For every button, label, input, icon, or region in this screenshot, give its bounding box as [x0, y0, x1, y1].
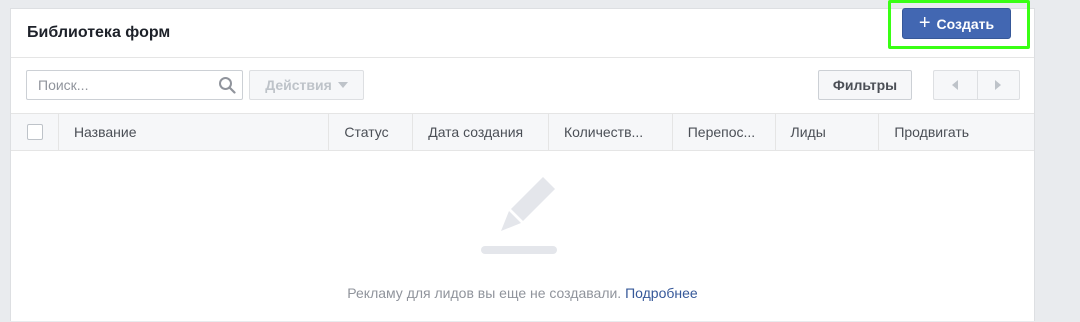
toolbar: Действия Фильтры	[11, 58, 1034, 113]
column-header-count[interactable]: Количеств...	[549, 114, 673, 150]
empty-state-text: Рекламу для лидов вы еще не создавали.	[347, 285, 622, 301]
column-header-status[interactable]: Статус	[329, 114, 414, 150]
plus-icon: +	[918, 11, 931, 34]
page-title: Библиотека форм	[27, 24, 171, 41]
search-icon[interactable]	[218, 76, 236, 94]
form-library-panel: Библиотека форм Действия Фильтры	[10, 8, 1035, 321]
filters-label: Фильтры	[832, 77, 898, 93]
actions-label: Действия	[265, 77, 332, 93]
select-all-checkbox[interactable]	[27, 124, 43, 140]
column-header-name[interactable]: Название	[59, 114, 330, 150]
empty-state: Рекламу для лидов вы еще не создавали. П…	[11, 151, 1034, 322]
create-button-label: Создать	[936, 15, 995, 32]
column-header-repost[interactable]: Перепос...	[673, 114, 776, 150]
column-header-promote[interactable]: Продвигать	[879, 114, 1034, 150]
table-header: Название Статус Дата создания Количеств.…	[11, 113, 1034, 151]
chevron-right-icon	[995, 80, 1002, 90]
column-header-leads[interactable]: Лиды	[776, 114, 880, 150]
empty-state-message: Рекламу для лидов вы еще не создавали. П…	[11, 285, 1034, 301]
caret-down-icon	[337, 82, 348, 88]
chevron-left-icon	[952, 80, 959, 90]
select-all-cell	[11, 114, 59, 150]
search-box[interactable]	[26, 70, 243, 100]
search-input[interactable]	[27, 71, 229, 99]
panel-header: Библиотека форм	[11, 9, 1034, 58]
right-gutter	[1035, 0, 1080, 321]
pagination	[933, 70, 1020, 100]
next-page-button[interactable]	[976, 70, 1020, 100]
filters-button[interactable]: Фильтры	[818, 70, 912, 100]
pencil-icon	[481, 177, 557, 254]
learn-more-link[interactable]: Подробнее	[625, 285, 698, 301]
column-header-created-date[interactable]: Дата создания	[413, 114, 549, 150]
actions-dropdown[interactable]: Действия	[249, 70, 364, 100]
create-button[interactable]: + Создать	[902, 8, 1011, 39]
previous-page-button[interactable]	[933, 70, 977, 100]
